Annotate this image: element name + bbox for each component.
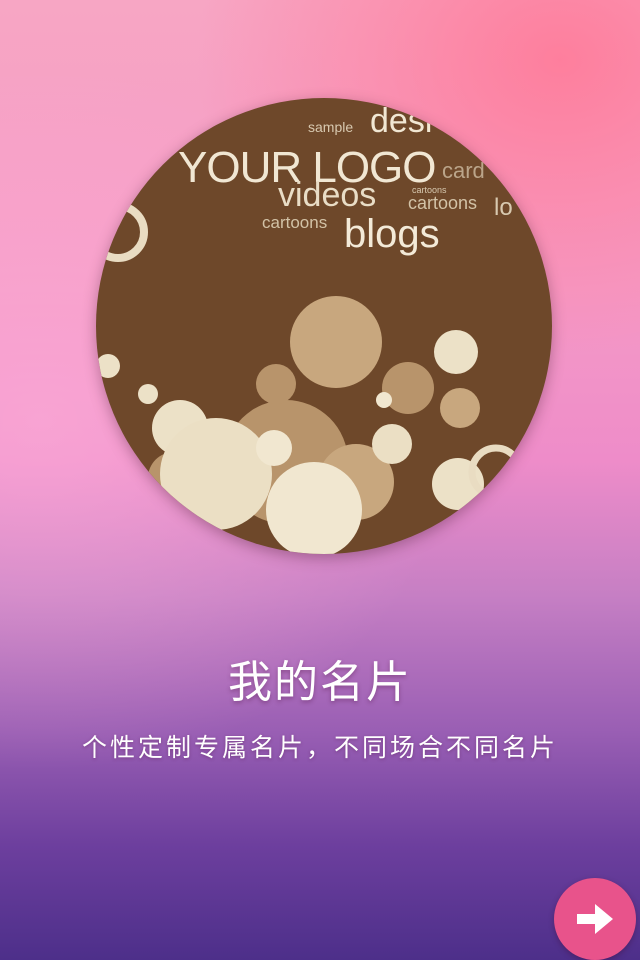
welcome-screen: sample desi YOUR LOGO card videos cartoo… [0,0,640,960]
hero-word-cartoons-left: cartoons [262,213,328,232]
hero-word-log: lo [494,194,513,221]
hero-word-cartoons: cartoons [408,193,478,213]
hero-word-design: desi [370,102,433,140]
hero-word-sample: sample [308,119,354,135]
page-title: 我的名片 [228,657,412,708]
hero-word-card: card [442,158,485,183]
page-subtitle: 个性定制专属名片，不同场合不同名片 [81,733,558,762]
next-button[interactable] [554,878,636,960]
arrow-right-icon [577,904,613,934]
hero-word-blogs: blogs [344,212,440,256]
hero-image: sample desi YOUR LOGO card videos cartoo… [96,98,552,554]
hero-word-videos: videos [278,176,377,214]
